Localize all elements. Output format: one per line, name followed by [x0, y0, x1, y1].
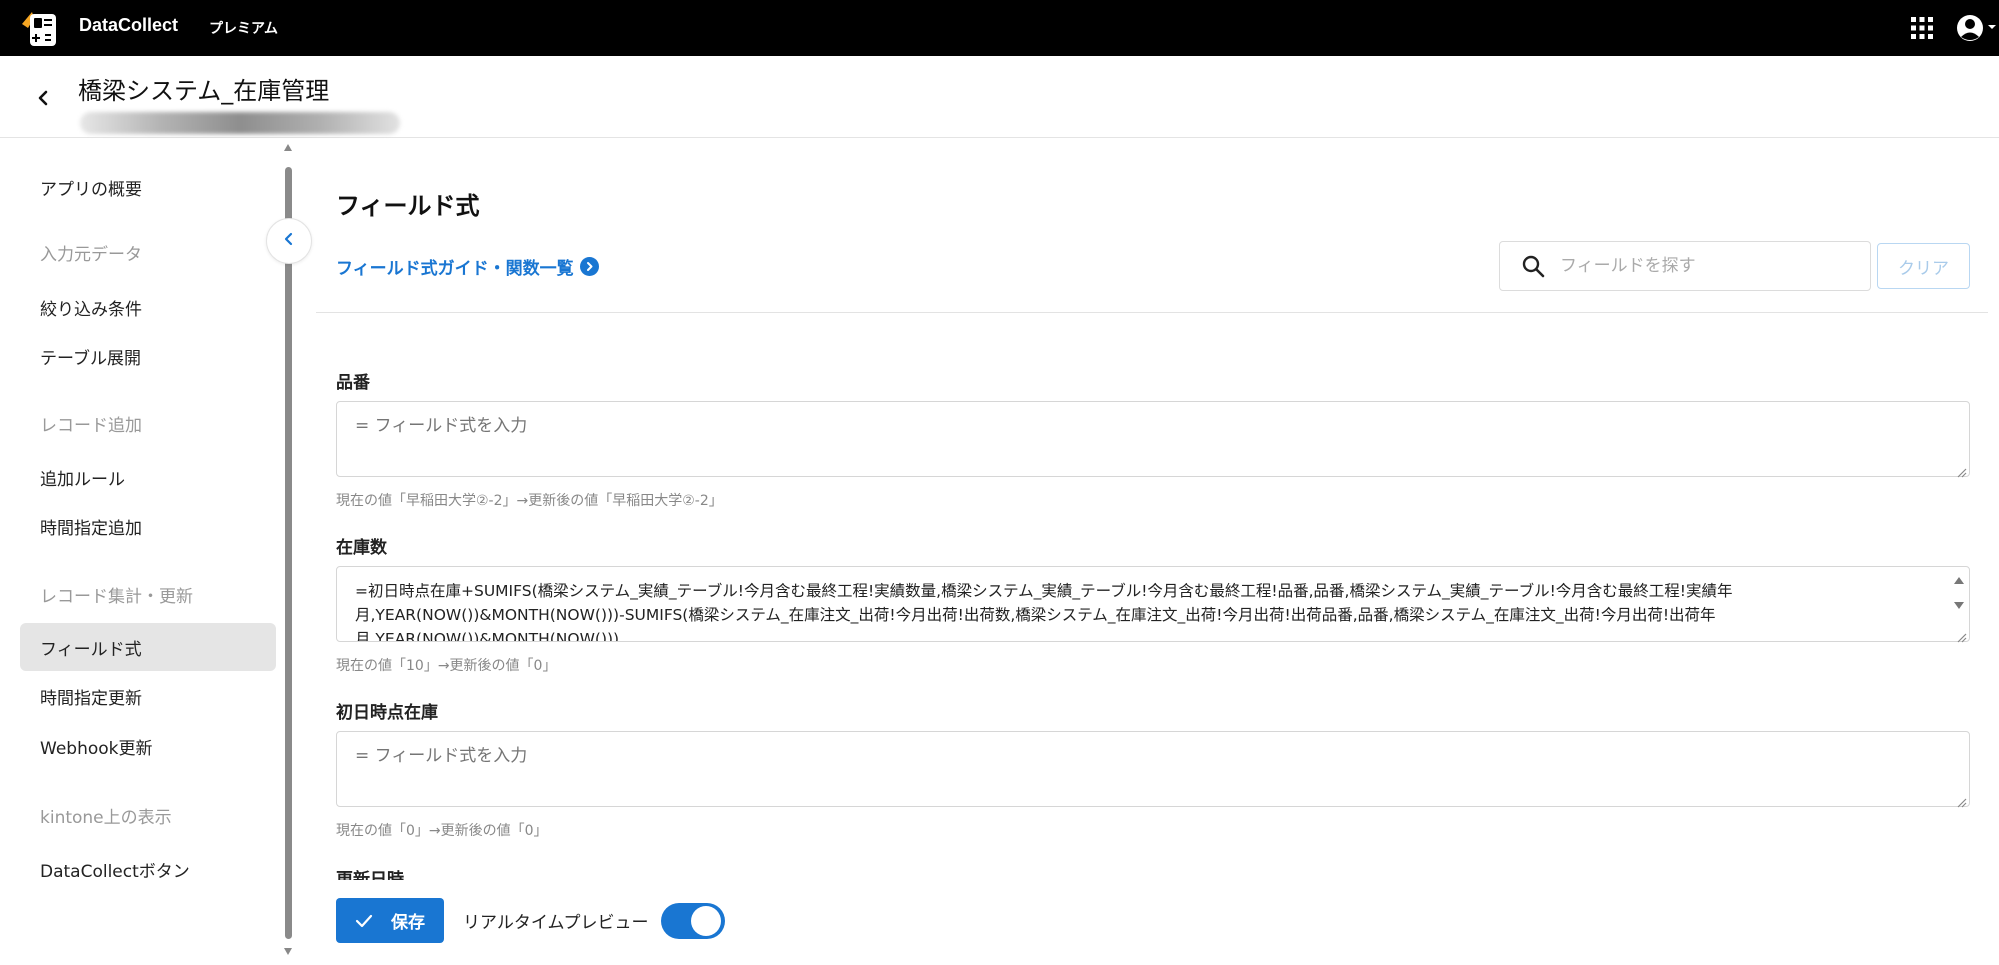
sidebar: アプリの概要入力元データ絞り込み条件 テーブル展開レコード追加追加ルール 時間指定追… — [0, 139, 292, 961]
arrow-circle-icon — [579, 257, 599, 276]
blurred-subtitle — [80, 112, 400, 134]
field-label-updated: 更新日時 — [336, 870, 404, 880]
datacollect-logo-icon — [18, 8, 60, 48]
resize-handle-icon[interactable] — [1955, 463, 1967, 478]
sidebar-group-heading: レコード追加 — [40, 416, 142, 436]
sidebar-item[interactable]: フィールド式 — [20, 623, 276, 671]
realtime-preview-toggle[interactable] — [661, 903, 725, 939]
collapse-sidebar-button[interactable] — [266, 218, 312, 264]
back-arrow-icon[interactable] — [30, 84, 58, 112]
resize-handle-icon[interactable] — [1955, 793, 1967, 808]
sidebar-group-heading: レコード集計・更新 — [40, 587, 193, 607]
preview-text-stock: 現在の値「10」→更新後の値「0」 — [336, 658, 557, 674]
sidebar-item[interactable]: 追加ルール — [20, 453, 276, 501]
formula-guide-link[interactable]: フィールド式ガイド・関数一覧 — [336, 254, 599, 279]
chevron-left-icon — [281, 231, 297, 251]
guide-link-label: フィールド式ガイド・関数一覧 — [336, 259, 574, 279]
brand-name: DataCollect — [79, 15, 179, 35]
field-label-updated-clip: 更新日時 — [336, 862, 536, 880]
sidebar-group-heading: kintone上の表示 — [40, 808, 172, 828]
plan-badge: プレミアム — [209, 21, 279, 37]
sidebar-item[interactable]: アプリの概要 — [20, 163, 276, 211]
sidebar-group-heading: 入力元データ — [40, 245, 142, 265]
toggle-knob — [691, 906, 721, 936]
page-title: フィールド式 — [336, 192, 480, 220]
formula-input-initial-stock[interactable] — [336, 731, 1970, 807]
sidebar-item[interactable]: テーブル展開 — [20, 332, 276, 380]
field-label-initial-stock: 初日時点在庫 — [336, 703, 438, 723]
sidebar-item[interactable]: DataCollectボタン — [20, 845, 276, 893]
app-header: 橋梁システム_在庫管理 — [0, 56, 1999, 138]
sidebar-item[interactable]: Webhook更新 — [20, 722, 276, 770]
sidebar-item[interactable]: 絞り込み条件 — [20, 283, 276, 331]
check-icon — [355, 912, 373, 930]
preview-text-initial-stock: 現在の値「0」→更新後の値「0」 — [336, 823, 548, 839]
top-bar: DataCollect プレミアム — [0, 0, 1999, 56]
sidebar-item[interactable]: 時間指定追加 — [20, 502, 276, 550]
preview-text-part-number: 現在の値「早稲田大学②-2」→更新後の値「早稲田大学②-2」 — [336, 493, 723, 509]
save-label: 保存 — [391, 913, 425, 933]
sidebar-item[interactable]: 時間指定更新 — [20, 672, 276, 720]
grid-icon[interactable] — [1911, 17, 1933, 39]
formula-input-stock[interactable]: =初日時点在庫+SUMIFS(橋梁システム_実績_テーブル!今月含む最終工程!実… — [336, 566, 1970, 642]
search-input[interactable] — [1560, 256, 1860, 276]
field-label-part-number: 品番 — [336, 373, 370, 393]
save-button[interactable]: 保存 — [336, 898, 444, 943]
app-title: 橋梁システム_在庫管理 — [78, 77, 330, 105]
formula-input-part-number[interactable] — [336, 401, 1970, 477]
realtime-preview-label: リアルタイムプレビュー — [463, 913, 649, 933]
sidebar-scroll-thumb[interactable] — [285, 167, 292, 939]
divider — [316, 312, 1988, 313]
field-label-stock: 在庫数 — [336, 538, 387, 558]
clear-button[interactable]: クリア — [1877, 243, 1970, 289]
account-circle-icon[interactable] — [1956, 13, 1996, 43]
field-search — [1499, 241, 1871, 291]
resize-handle-icon[interactable] — [1955, 628, 1967, 643]
search-icon — [1520, 253, 1546, 279]
